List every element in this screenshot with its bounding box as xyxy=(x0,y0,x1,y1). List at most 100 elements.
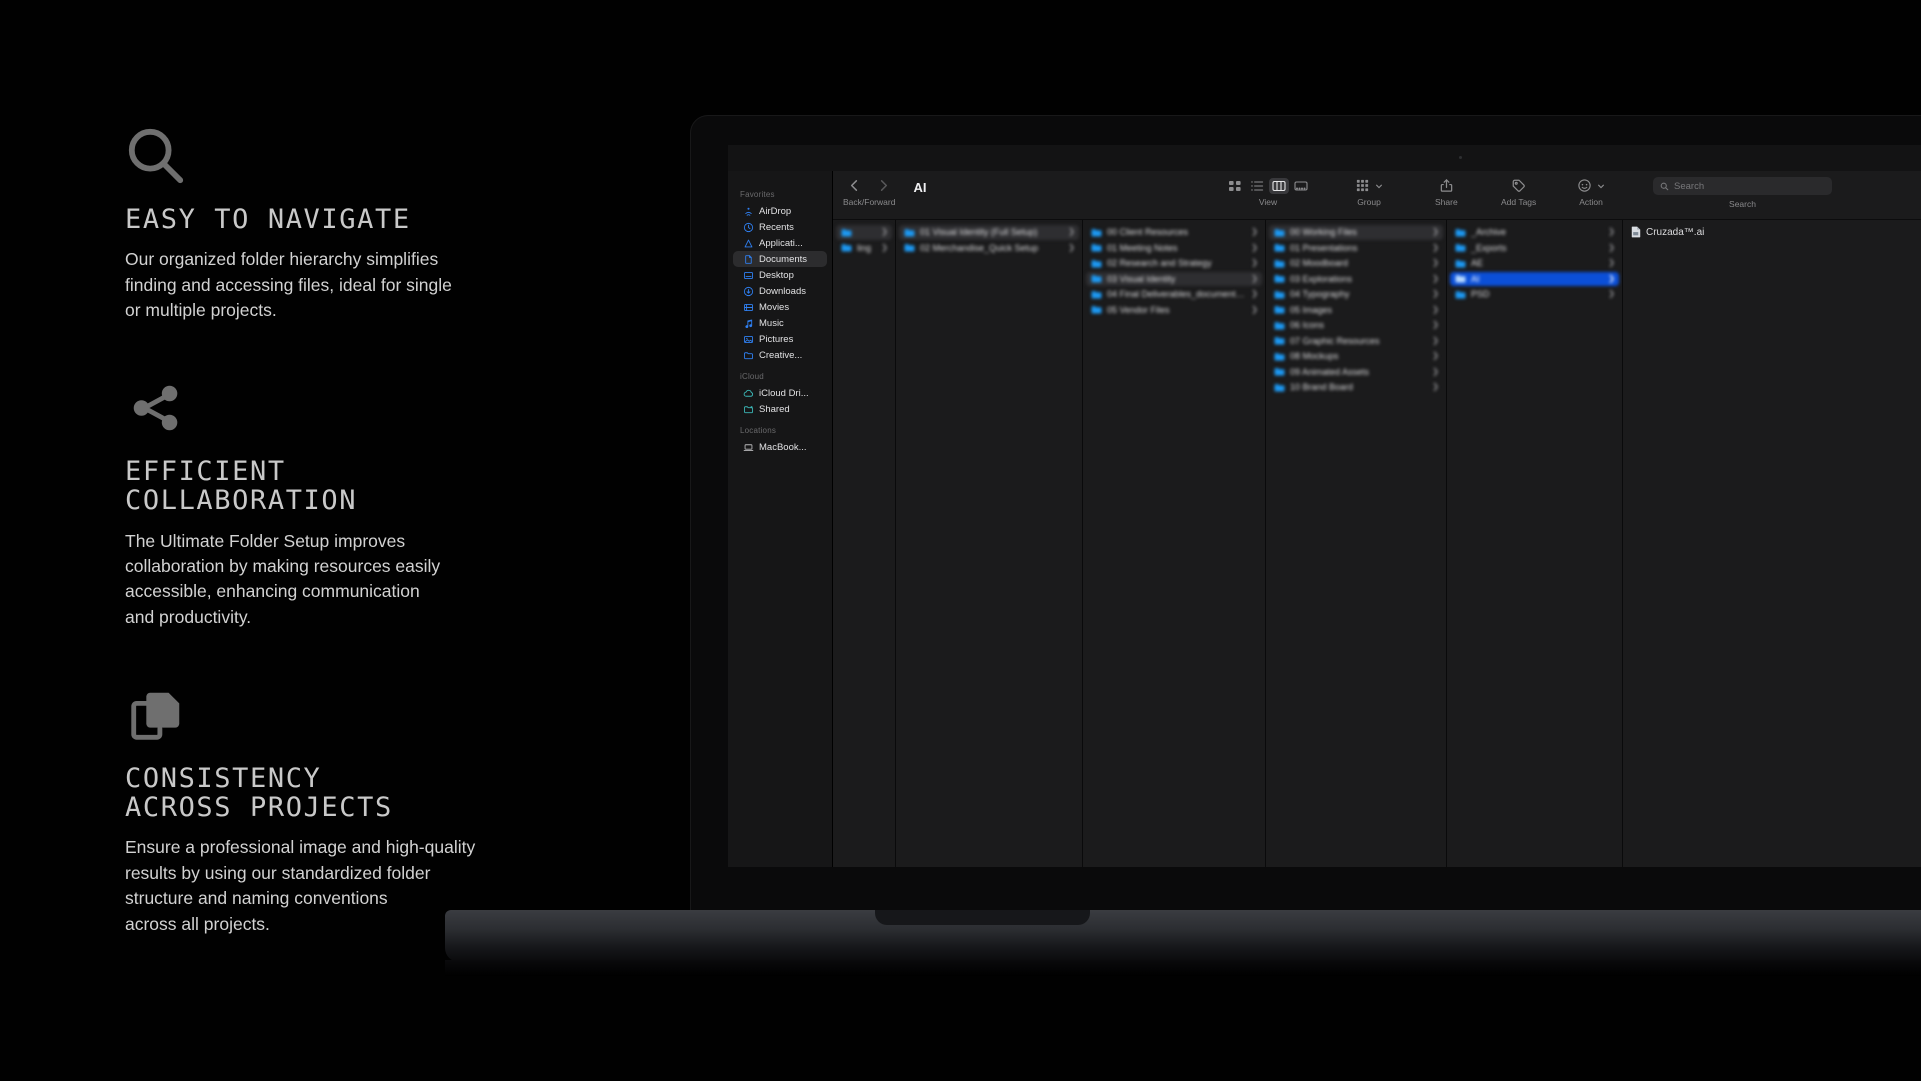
folder-icon xyxy=(1274,321,1285,330)
finder-row-label: AE xyxy=(1471,258,1484,269)
document-icon xyxy=(743,254,754,265)
chevron-right-icon: ❯ xyxy=(1068,242,1075,252)
column-visual-identity[interactable]: 00 Working Files ❯ 01 Presentations ❯ 02 Moo… xyxy=(1266,220,1447,867)
finder-row[interactable]: 02 Merchandise_Quick Setup ❯ xyxy=(899,241,1079,256)
list-view-icon[interactable] xyxy=(1247,178,1267,194)
sidebar-item-music[interactable]: Music xyxy=(733,315,827,331)
share-button[interactable]: Share xyxy=(1435,171,1458,207)
group-button[interactable]: Group xyxy=(1355,171,1383,207)
search-input[interactable]: Search xyxy=(1653,177,1832,195)
finder-row-label: 01 Meeting Notes xyxy=(1107,242,1178,253)
shared-folder-icon xyxy=(743,404,754,415)
finder-row-label: 09 Animated Assets xyxy=(1290,366,1370,377)
column-working-files[interactable]: _Archive ❯ _Exports ❯ AE ❯ AI ❯ PSD ❯ xyxy=(1447,220,1623,867)
finder-row[interactable]: 03 Explorations ❯ xyxy=(1269,272,1443,287)
chevron-right-icon: ❯ xyxy=(1251,258,1258,268)
column-projects[interactable]: 01 Visual Identity (Full Setup) ❯ 02 Merch… xyxy=(896,220,1083,867)
icon-view-icon[interactable] xyxy=(1225,178,1245,194)
chevron-right-icon: ❯ xyxy=(1432,289,1439,299)
sidebar-item-label: Documents xyxy=(759,253,808,265)
chevron-right-icon[interactable] xyxy=(876,178,891,193)
chevron-right-icon: ❯ xyxy=(1432,273,1439,283)
finder-window: Favorites AirDrop Recents Applicati... Docum… xyxy=(728,145,1921,867)
folder-icon xyxy=(1274,228,1285,237)
finder-row[interactable]: 09 Animated Assets ❯ xyxy=(1269,365,1443,380)
sidebar-item-downloads[interactable]: Downloads xyxy=(733,283,827,299)
sidebar-item-airdrop[interactable]: AirDrop xyxy=(733,203,827,219)
finder-row[interactable]: 05 Vendor Files ❯ xyxy=(1086,303,1262,318)
sidebar-item-label: Music xyxy=(759,317,784,329)
chevron-down-icon[interactable] xyxy=(1597,182,1605,190)
finder-row-label: 08 Mockups xyxy=(1290,351,1339,362)
finder-row[interactable]: 04 Final Deliverables_documentation ❯ xyxy=(1086,287,1262,302)
chevron-down-icon[interactable] xyxy=(1375,182,1383,190)
finder-row[interactable]: 06 Icons ❯ xyxy=(1269,318,1443,333)
group-icon[interactable] xyxy=(1355,178,1370,193)
folder-icon xyxy=(1274,383,1285,392)
search-area[interactable]: Search Search xyxy=(1653,171,1832,209)
finder-row[interactable]: PSD ❯ xyxy=(1450,287,1619,302)
finder-row[interactable]: 01 Presentations ❯ xyxy=(1269,241,1443,256)
sidebar-item-shared[interactable]: Shared xyxy=(733,401,827,417)
sidebar-item-documents[interactable]: Documents xyxy=(733,251,827,267)
finder-column-browser[interactable]: ❯ ling ❯ 01 Visual Identity (Full Setup) ❯ 02… xyxy=(833,219,1921,867)
finder-row-label: _Archive xyxy=(1471,227,1507,238)
finder-row[interactable]: 08 Mockups ❯ xyxy=(1269,349,1443,364)
sidebar-item-label: Recents xyxy=(759,221,794,233)
sidebar-item-desktop[interactable]: Desktop xyxy=(733,267,827,283)
action-ellipsis-icon[interactable] xyxy=(1577,178,1592,193)
finder-titlebar xyxy=(728,145,1921,171)
sidebar-item-creative[interactable]: Creative... xyxy=(733,347,827,363)
column-project-root[interactable]: 00 Client Resources ❯ 01 Meeting Notes ❯ 02 … xyxy=(1083,220,1266,867)
sidebar-item-applicati[interactable]: Applicati... xyxy=(733,235,827,251)
laptop-base xyxy=(445,910,1921,962)
finder-row[interactable]: 05 Images ❯ xyxy=(1269,303,1443,318)
finder-row[interactable]: 02 Research and Strategy ❯ xyxy=(1086,256,1262,271)
finder-toolbar[interactable]: Back/Forward AI View Group Share Add Tag… xyxy=(833,171,1921,219)
sidebar-item-icloud-dri[interactable]: iCloud Dri... xyxy=(733,385,827,401)
nav-buttons[interactable]: Back/Forward xyxy=(843,171,895,207)
finder-row[interactable]: 02 Moodboard ❯ xyxy=(1269,256,1443,271)
column-ai-contents[interactable]: Cruzada™.ai xyxy=(1623,220,1921,867)
sidebar-item-movies[interactable]: Movies xyxy=(733,299,827,315)
gallery-view-icon[interactable] xyxy=(1291,178,1311,194)
finder-row[interactable]: _Exports ❯ xyxy=(1450,241,1619,256)
finder-row[interactable]: ling ❯ xyxy=(836,241,892,256)
finder-row[interactable]: AE ❯ xyxy=(1450,256,1619,271)
finder-row[interactable]: AI ❯ xyxy=(1450,271,1619,286)
finder-row[interactable]: 00 Working Files ❯ xyxy=(1269,225,1443,240)
column-clipped[interactable]: ❯ ling ❯ xyxy=(833,220,896,867)
finder-row[interactable]: Cruzada™.ai xyxy=(1626,225,1921,240)
sidebar-item-pictures[interactable]: Pictures xyxy=(733,331,827,347)
feature-body: The Ultimate Folder Setup improves colla… xyxy=(125,530,441,627)
finder-row[interactable]: 00 Client Resources ❯ xyxy=(1086,225,1262,240)
share-icon[interactable] xyxy=(1439,178,1454,193)
finder-row[interactable]: 01 Visual Identity (Full Setup) ❯ xyxy=(899,225,1079,240)
tag-icon[interactable] xyxy=(1511,178,1526,193)
feature-title: EASY TO NAVIGATE xyxy=(125,204,411,235)
finder-row[interactable]: 01 Meeting Notes ❯ xyxy=(1086,241,1262,256)
view-controls[interactable]: View xyxy=(1225,171,1311,207)
finder-row[interactable]: ❯ xyxy=(836,225,892,240)
action-caption: Action xyxy=(1579,197,1603,207)
action-button[interactable]: Action xyxy=(1577,171,1605,207)
column-view-icon[interactable] xyxy=(1269,177,1289,194)
folder-icon xyxy=(1455,243,1466,252)
finder-row[interactable]: 07 Graphic Resources ❯ xyxy=(1269,334,1443,349)
sidebar-item-macbook[interactable]: MacBook... xyxy=(733,439,827,455)
finder-sidebar[interactable]: Favorites AirDrop Recents Applicati... Docum… xyxy=(728,171,833,867)
search-icon xyxy=(1660,182,1669,191)
group-caption: Group xyxy=(1357,197,1381,207)
sidebar-item-recents[interactable]: Recents xyxy=(733,219,827,235)
chevron-left-icon[interactable] xyxy=(847,178,862,193)
finder-row-label: 01 Visual Identity (Full Setup) xyxy=(920,227,1038,238)
add-tags-button[interactable]: Add Tags xyxy=(1501,171,1536,207)
finder-row[interactable]: 10 Brand Board ❯ xyxy=(1269,380,1443,395)
finder-row[interactable]: _Archive ❯ xyxy=(1450,225,1619,240)
folder-icon xyxy=(1455,290,1466,299)
finder-row[interactable]: 04 Typography ❯ xyxy=(1269,287,1443,302)
finder-row[interactable]: 03 Visual Identity ❯ xyxy=(1086,271,1262,286)
magnifier-icon xyxy=(125,125,187,187)
finder-window-title: AI xyxy=(913,180,927,195)
chevron-right-icon: ❯ xyxy=(1432,304,1439,314)
